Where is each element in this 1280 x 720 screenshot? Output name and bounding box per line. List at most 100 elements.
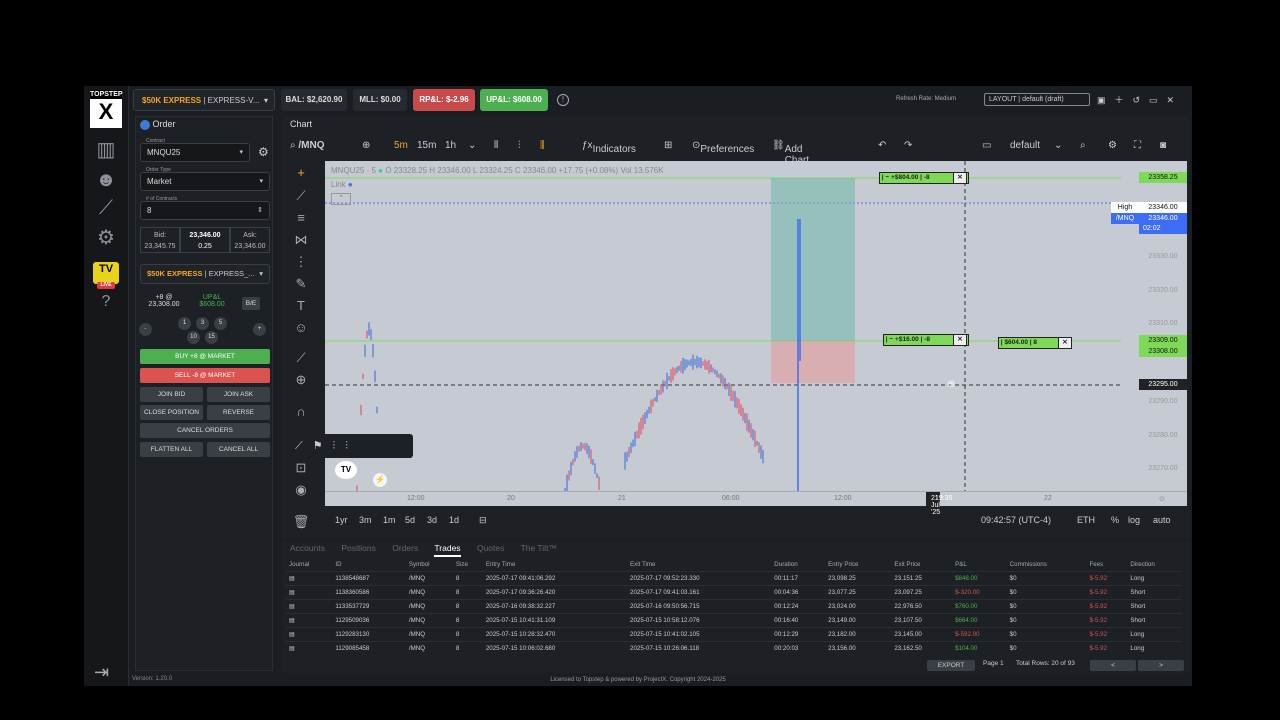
reverse-position-button[interactable]: REVERSE POSITION [207,405,270,431]
collapse-legend-icon[interactable]: ⌃ [331,193,351,205]
column-header[interactable]: Entry Price [825,559,891,571]
account-selector[interactable]: $50K EXPRESS | EXPRESS-V... ▾ [133,89,275,111]
qty-10-button[interactable]: 10 [187,331,200,344]
column-header[interactable]: Direction [1127,559,1182,571]
window-controls[interactable]: ▣＋↺▭✕ [1097,93,1183,106]
range-5d[interactable]: 5d [405,515,415,525]
interval-15m[interactable]: 15m [417,140,436,151]
tab-orders[interactable]: Orders [392,543,418,553]
brush-icon[interactable]: ✎ [292,276,310,294]
auto-toggle[interactable]: auto [1153,515,1171,525]
camera-icon[interactable]: ◙ [1160,140,1166,151]
tradingview-live-icon[interactable]: TV LIVE [93,262,119,289]
price-scale[interactable]: 23358.25 High 23346.00 /MNQ 23346.00 02:… [1111,161,1187,491]
tab-positions[interactable]: Positions [341,543,376,553]
trading-icon[interactable]: ▥ [92,138,120,162]
position-tag[interactable]: | $604.00 | 8 [998,337,1060,349]
table-row[interactable]: ▤ 1138548687/MNQ 8 2025-07-17 09:41:06.292 2… [286,570,1182,585]
undo-icon[interactable]: ↶ [878,140,886,151]
cancel-orders-button[interactable]: CANCEL ORDERS [140,423,270,438]
breakeven-button[interactable]: B/E [242,297,260,310]
fib-icon[interactable]: ≡ [292,210,310,228]
trendline-icon[interactable]: ⟋ [292,188,310,206]
zoom-icon[interactable]: ⊕ [292,372,310,390]
help-icon[interactable]: ? [92,290,120,314]
order-type-select[interactable]: Market ▾ [140,172,270,191]
column-header[interactable]: Exit Time [627,559,771,571]
prev-page-button[interactable]: < [1090,660,1136,671]
journal-icon[interactable]: ▤ [286,640,333,655]
layout-selector[interactable]: LAYOUT | default (draft) [984,93,1090,106]
ruler-icon[interactable]: ⟋ [292,350,310,368]
journal-icon[interactable]: ▤ [286,626,333,641]
range-1m[interactable]: 1m [383,515,396,525]
add-chart-link-button[interactable]: ⛓ Add Chart Link [772,140,809,177]
pattern-icon[interactable]: ⋈ [292,232,310,250]
column-header[interactable]: Duration [771,559,825,571]
flatten-all-button[interactable]: FLATTEN ALL [140,442,203,457]
range-1d[interactable]: 1d [449,515,459,525]
bid-cell[interactable]: Bid: 23,345.75 [140,227,180,253]
position-close-icon[interactable]: ✕ [1058,337,1072,349]
join-bid-button[interactable]: JOIN BID [140,387,203,402]
table-row[interactable]: ▤ 1133537729/MNQ 8 2025-07-16 09:38:32.227 2… [286,598,1182,613]
lock-icon[interactable]: ⊡ [292,460,310,478]
order-tab[interactable]: Order [140,119,176,130]
chart-tab[interactable]: Chart [290,119,312,129]
candle-type-icon[interactable]: ⫶ [518,140,521,151]
interval-dropdown-icon[interactable]: ⌄ [468,140,476,151]
column-header[interactable]: Entry Time [483,559,627,571]
layout-name[interactable]: default [1010,140,1040,151]
export-button[interactable]: EXPORT [927,660,975,671]
journal-icon[interactable]: ▤ [286,584,333,599]
chart-plot-area[interactable]: MNQU25 · 5 ● O 23328.25 H 23346.00 L 233… [289,161,1121,491]
preferences-button[interactable]: ⊙ Preferences [692,140,754,155]
order-account-select[interactable]: $50K EXPRESS | EXPRESS_... ▾ [140,264,270,284]
cancel-all-button[interactable]: CANCEL ALL [207,442,270,457]
journal-icon[interactable]: ▤ [286,570,333,585]
contract-settings-icon[interactable]: ⚙ [258,145,269,159]
bar-type-icon[interactable]: ⫴ [494,140,498,151]
tab-quotes[interactable]: Quotes [477,543,504,553]
qty-1-button[interactable]: 1 [178,317,191,330]
log-toggle[interactable]: log [1128,515,1140,525]
settings-icon[interactable]: ⚙ [92,226,120,250]
percent-toggle[interactable]: % [1111,515,1119,525]
compare-icon[interactable]: ⊕ [362,140,370,151]
tab-trades[interactable]: Trades [434,543,461,557]
column-header[interactable]: Exit Price [891,559,952,571]
table-row[interactable]: ▤ 1129085458/MNQ 8 2025-07-15 10:06:02.680 2… [286,640,1182,655]
buy-market-button[interactable]: BUY +8 @ MARKET [140,349,270,364]
column-header[interactable]: Commissions [1007,559,1087,571]
table-row[interactable]: ▤ 1129283130/MNQ 8 2025-07-15 10:28:32.470 2… [286,626,1182,641]
community-icon[interactable]: ☻ [92,168,120,192]
magnet-icon[interactable]: ∩ [292,404,310,422]
tab-accounts[interactable]: Accounts [290,543,325,553]
drawing-mini-toolbar[interactable]: ⟋⚑⫶⫶ [289,434,413,458]
range-3d[interactable]: 3d [427,515,437,525]
range-3m[interactable]: 3m [359,515,372,525]
ask-cell[interactable]: Ask: 23,346.00 [230,227,270,253]
layout-dropdown-icon[interactable]: ⌄ [1054,140,1062,151]
stop-order-cancel-icon[interactable]: ✕ [953,334,967,346]
qty-plus-button[interactable]: + [253,323,266,336]
trash-icon[interactable]: 🗑 [292,514,310,532]
crosshair-icon[interactable]: + [292,165,310,183]
session-toggle[interactable]: ETH [1077,515,1095,525]
templates-icon[interactable]: ⊞ [664,140,672,151]
time-axis[interactable]: 12:00 20 21 06:00 12:00 22 21 Jul '25 19… [325,491,1187,516]
chart-link[interactable]: Link ● [331,180,353,189]
join-ask-button[interactable]: JOIN ASK [207,387,270,402]
info-icon[interactable]: ! [557,94,569,106]
contract-select[interactable]: MNQU25 ▾ [140,143,250,162]
contracts-input[interactable]: 8 ⇕ [140,201,270,220]
interval-1h[interactable]: 1h [445,140,456,151]
indicators-button[interactable]: ƒx Indicators [582,140,636,155]
fullscreen-icon[interactable]: ⛶ [1134,140,1141,151]
column-header[interactable]: Journal [286,559,332,571]
range-1yr[interactable]: 1yr [335,515,348,525]
sell-market-button[interactable]: SELL -8 @ MARKET [140,368,270,383]
candles-icon[interactable]: ⫼ [540,140,545,151]
symbol-search[interactable]: ⌕ /MNQ [290,140,325,151]
journal-icon[interactable]: ▤ [286,598,333,613]
